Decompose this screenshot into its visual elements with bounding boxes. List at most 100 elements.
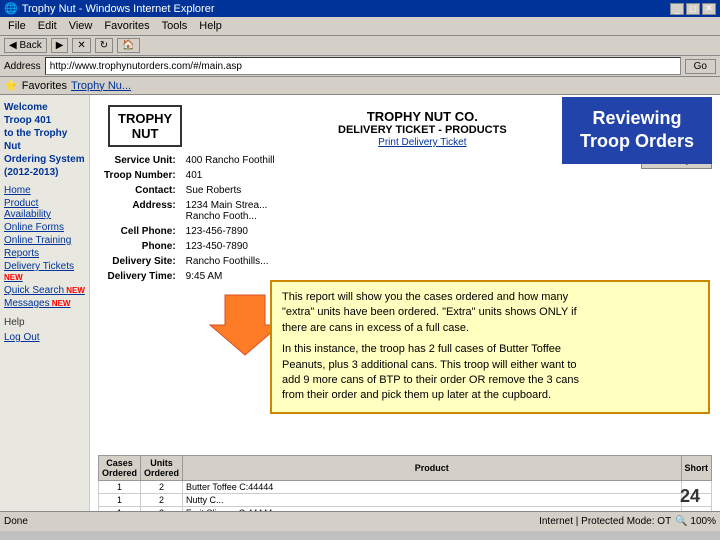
cell-product: Fruit Slices - C:44444 — [183, 507, 681, 512]
logo-line2: NUT — [118, 126, 172, 141]
cell-short — [681, 507, 712, 512]
service-unit-value: 400 Rancho Foothill — [182, 154, 279, 167]
nav-online-forms[interactable]: Online Forms — [4, 222, 85, 233]
contact-value: Sue Roberts — [182, 184, 279, 197]
service-info-table: Service Unit: 400 Rancho Foothill Troop … — [98, 152, 281, 285]
status-left: Done — [4, 516, 28, 527]
status-done: Done — [4, 516, 28, 527]
annotation-tooltip: This report will show you the cases orde… — [270, 280, 710, 414]
title-bar: 🌐 Trophy Nut - Windows Internet Explorer… — [0, 0, 720, 17]
nav-reports[interactable]: Reports — [4, 248, 85, 259]
col-units: UnitsOrdered — [141, 456, 183, 481]
delivery-site-value: Rancho Foothills... — [182, 255, 279, 268]
browser-window: 🌐 Trophy Nut - Windows Internet Explorer… — [0, 0, 720, 95]
nav-delivery-tickets[interactable]: Delivery Tickets — [4, 261, 85, 283]
logo-line1: TROPHY — [118, 111, 172, 126]
go-button[interactable]: Go — [685, 59, 716, 74]
sidebar-help-label: Help — [4, 317, 85, 328]
cell-units: 2 — [141, 481, 183, 494]
table-row: 1 2 Butter Toffee C:44444 — [99, 481, 712, 494]
stop-button[interactable]: ✕ — [72, 38, 90, 53]
sidebar: Welcome Troop 401 to the Trophy Nut Orde… — [0, 95, 90, 511]
cell-units: 2 — [141, 494, 183, 507]
sidebar-nav: Home Product Availability Online Forms O… — [4, 185, 85, 309]
window-title: Trophy Nut - Windows Internet Explorer — [22, 3, 215, 15]
delivery-time-label: Delivery Time: — [100, 270, 180, 283]
main-panel: Reviewing Troop Orders TROPHY NUT TROPHY… — [90, 95, 720, 511]
favorites-bar: ⭐ Favorites Trophy Nu... — [0, 77, 720, 95]
cell-value: 123-456-7890 — [182, 225, 279, 238]
overlay-line1: Reviewing — [580, 107, 694, 130]
nav-home[interactable]: Home — [4, 185, 85, 196]
overlay-line2: Troop Orders — [580, 130, 694, 153]
cell-cases: 1 — [99, 481, 141, 494]
refresh-button[interactable]: ↻ — [95, 38, 113, 53]
cell-product: Nutty C... — [183, 494, 681, 507]
phone-label: Phone: — [100, 240, 180, 253]
tooltip-line8: from their order and pick them up later … — [282, 388, 698, 403]
table-row: 1 2 Nutty C... — [99, 494, 712, 507]
sidebar-welcome: Welcome Troop 401 to the Trophy Nut Orde… — [4, 101, 85, 179]
status-zone: Internet | Protected Mode: OT — [539, 516, 671, 527]
content-area: Welcome Troop 401 to the Trophy Nut Orde… — [0, 95, 720, 511]
favorites-icon: ⭐ — [4, 79, 18, 92]
minimize-button[interactable]: _ — [670, 3, 684, 15]
address-input[interactable] — [45, 57, 681, 75]
close-button[interactable]: ✕ — [702, 3, 716, 15]
toolbar: ◀ Back ▶ ✕ ↻ 🏠 — [0, 36, 720, 56]
header-overlay: Reviewing Troop Orders — [562, 97, 712, 164]
cell-cases: 1 — [99, 494, 141, 507]
status-right: Internet | Protected Mode: OT 🔍 100% — [539, 516, 716, 527]
nav-quick-search[interactable]: Quick Search — [4, 285, 85, 296]
tooltip-line1: This report will show you the cases orde… — [282, 290, 698, 305]
tooltip-line6: Peanuts, plus 3 additional cans. This tr… — [282, 358, 698, 373]
cell-label: Cell Phone: — [100, 225, 180, 238]
troop-value: 401 — [182, 169, 279, 182]
favorites-label: Favorites — [22, 80, 67, 92]
title-bar-left: 🌐 Trophy Nut - Windows Internet Explorer — [4, 2, 214, 15]
home-button[interactable]: 🏠 — [117, 38, 139, 53]
browser-icon: 🌐 — [4, 2, 18, 15]
cell-product: Butter Toffee C:44444 — [183, 481, 681, 494]
product-table: CasesOrdered UnitsOrdered Product Short … — [98, 455, 712, 511]
menu-help[interactable]: Help — [193, 19, 228, 33]
menu-edit[interactable]: Edit — [32, 19, 63, 33]
menu-bar: File Edit View Favorites Tools Help — [0, 17, 720, 36]
troop-label: Troop Number: — [100, 169, 180, 182]
nav-messages[interactable]: Messages — [4, 298, 85, 309]
cell-units: 2 — [141, 507, 183, 512]
cell-cases: 1 — [99, 507, 141, 512]
menu-favorites[interactable]: Favorites — [98, 19, 155, 33]
col-cases: CasesOrdered — [99, 456, 141, 481]
zoom-level: 🔍 100% — [675, 516, 716, 527]
address-label: Address: — [100, 199, 180, 223]
col-short: Short — [681, 456, 712, 481]
menu-tools[interactable]: Tools — [156, 19, 194, 33]
status-bar: Done Internet | Protected Mode: OT 🔍 100… — [0, 511, 720, 531]
tooltip-line5: In this instance, the troop has 2 full c… — [282, 342, 698, 357]
phone-value: 123-450-7890 — [182, 240, 279, 253]
tooltip-line2: "extra" units have been ordered. "Extra"… — [282, 305, 698, 320]
nav-online-training[interactable]: Online Training — [4, 235, 85, 246]
maximize-button[interactable]: □ — [686, 3, 700, 15]
favorites-link[interactable]: Trophy Nu... — [71, 80, 131, 92]
address-value: 1234 Main Strea... Rancho Footh... — [182, 199, 279, 223]
address-bar: Address Go — [0, 56, 720, 77]
col-product: Product — [183, 456, 681, 481]
slide-number: 24 — [680, 486, 700, 507]
company-logo: TROPHY NUT — [108, 105, 182, 147]
tooltip-line7: add 9 more cans of BTP to their order OR… — [282, 373, 698, 388]
print-delivery-link[interactable]: Print Delivery Ticket — [378, 137, 466, 148]
menu-file[interactable]: File — [2, 19, 32, 33]
forward-button[interactable]: ▶ — [51, 38, 69, 53]
nav-product-availability[interactable]: Product Availability — [4, 198, 85, 220]
delivery-site-label: Delivery Site: — [100, 255, 180, 268]
tooltip-line3: there are cans in excess of a full case. — [282, 321, 698, 336]
contact-label: Contact: — [100, 184, 180, 197]
menu-view[interactable]: View — [63, 19, 99, 33]
table-row: 1 2 Fruit Slices - C:44444 — [99, 507, 712, 512]
delivery-time-value: 9:45 AM — [182, 270, 279, 283]
back-button[interactable]: ◀ Back — [4, 38, 47, 53]
nav-logout[interactable]: Log Out — [4, 332, 85, 343]
service-unit-label: Service Unit: — [100, 154, 180, 167]
